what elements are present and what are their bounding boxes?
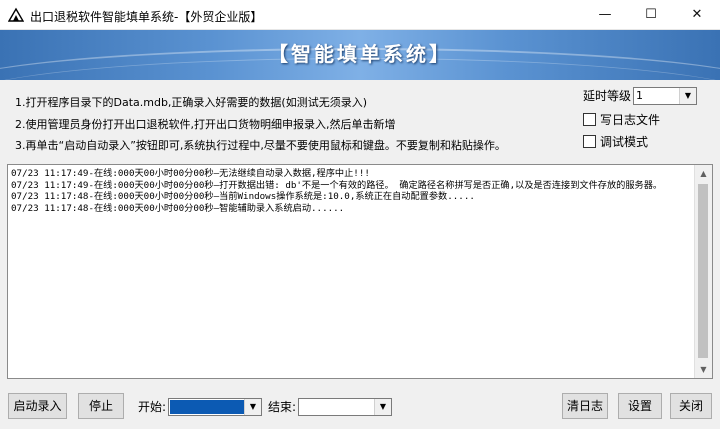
instruction-step-2: 2.使用管理员身份打开出口退税软件,打开出口货物明细申报录入,然后单击新增 xyxy=(15,118,396,131)
stop-button[interactable]: 停止 xyxy=(78,393,124,419)
end-label: 结束: xyxy=(268,400,297,414)
log-scrollbar[interactable]: ▲ ▼ xyxy=(694,165,712,378)
debug-mode-checkbox[interactable]: 调试模式 xyxy=(583,133,713,149)
banner: 【智能填单系统】 xyxy=(0,30,720,80)
close-app-button[interactable]: 关闭 xyxy=(670,393,712,419)
window-title: 出口退税软件智能填单系统-【外贸企业版】 xyxy=(30,10,263,24)
log-line: 07/23 11:17:48-在线:000天00小时00分00秒—当前Windo… xyxy=(11,191,475,202)
instruction-step-1: 1.打开程序目录下的Data.mdb,正确录入好需要的数据(如测试无须录入) xyxy=(15,96,368,109)
checkbox-box[interactable] xyxy=(583,135,596,148)
clear-log-button[interactable]: 清日志 xyxy=(562,393,608,419)
log-line: 07/23 11:17:49-在线:000天00小时00分00秒—无法继续自动录… xyxy=(11,168,370,179)
log-panel[interactable]: 07/23 11:17:49-在线:000天00小时00分00秒—无法继续自动录… xyxy=(7,164,713,379)
chevron-down-icon[interactable]: ▼ xyxy=(374,399,391,415)
title-bar: 出口退税软件智能填单系统-【外贸企业版】 — ☐ ✕ xyxy=(0,0,720,30)
scroll-thumb[interactable] xyxy=(698,184,708,358)
write-log-checkbox[interactable]: 写日志文件 xyxy=(583,111,713,127)
start-select[interactable]: ▼ xyxy=(168,398,262,416)
banner-title: 【智能填单系统】 xyxy=(268,42,452,66)
delay-level-select[interactable]: 1 ▼ xyxy=(633,87,697,105)
start-entry-button[interactable]: 启动录入 xyxy=(8,393,67,419)
chevron-down-icon[interactable]: ▼ xyxy=(244,399,261,415)
end-select[interactable]: ▼ xyxy=(298,398,392,416)
chevron-down-icon[interactable]: ▼ xyxy=(679,88,696,104)
debug-mode-label: 调试模式 xyxy=(600,135,649,149)
log-line: 07/23 11:17:49-在线:000天00小时00分00秒—打开数据出错:… xyxy=(11,179,663,191)
close-window-button[interactable]: ✕ xyxy=(674,0,720,30)
scroll-down-icon[interactable]: ▼ xyxy=(695,361,712,378)
instruction-step-3: 3.再单击“启动自动录入”按钮即可,系统执行过程中,尽量不要使用鼠标和键盘。不要… xyxy=(15,139,506,152)
delay-level-value: 1 xyxy=(636,89,643,102)
log-lines: 07/23 11:17:49-在线:000天00小时00分00秒—无法继续自动录… xyxy=(11,168,693,214)
app-arrow-icon xyxy=(8,7,24,22)
minimize-button[interactable]: — xyxy=(582,0,628,30)
write-log-label: 写日志文件 xyxy=(600,113,661,127)
delay-level-label: 延时等级 xyxy=(583,89,632,103)
checkbox-box[interactable] xyxy=(583,113,596,126)
scroll-up-icon[interactable]: ▲ xyxy=(695,165,712,182)
maximize-button[interactable]: ☐ xyxy=(628,0,674,30)
settings-button[interactable]: 设置 xyxy=(618,393,662,419)
start-label: 开始: xyxy=(138,400,167,414)
log-line: 07/23 11:17:48-在线:000天00小时00分00秒—智能辅助录入系… xyxy=(11,202,345,214)
start-selection-highlight xyxy=(170,400,245,414)
